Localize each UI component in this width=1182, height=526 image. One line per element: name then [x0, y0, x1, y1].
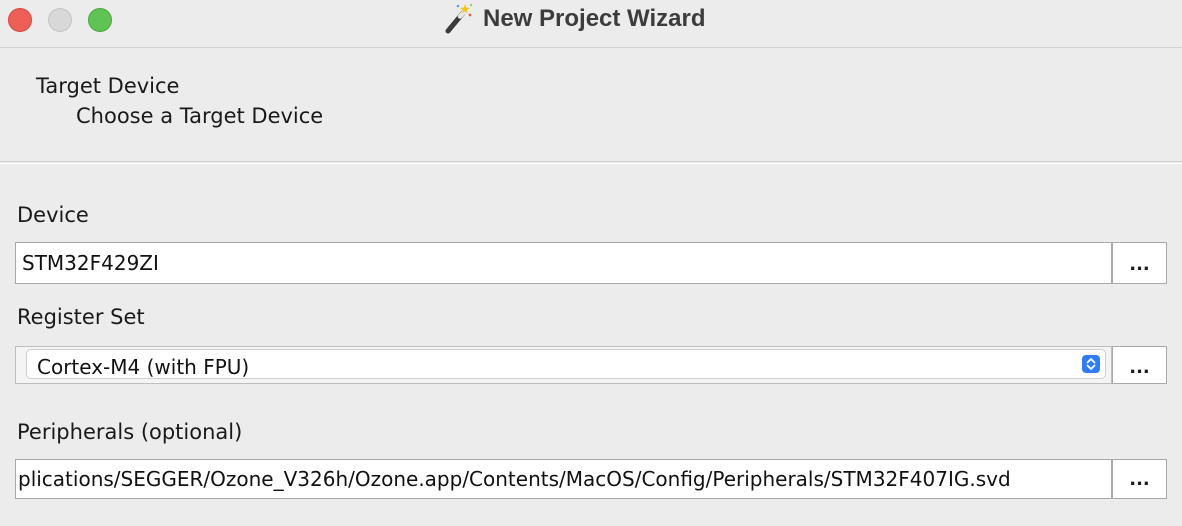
maximize-window-button[interactable]: [88, 8, 112, 32]
register-set-label: Register Set: [17, 305, 145, 329]
register-set-select-box[interactable]: Cortex-M4 (with FPU): [26, 349, 1106, 379]
peripherals-label: Peripherals (optional): [17, 420, 243, 444]
peripherals-value: plications/SEGGER/Ozone_V326h/Ozone.app/…: [18, 467, 1011, 491]
step-subtitle: Choose a Target Device: [76, 104, 324, 128]
title-bar: New Project Wizard: [0, 0, 1182, 48]
window-title-group: New Project Wizard: [441, 2, 706, 36]
device-label: Device: [17, 203, 89, 227]
step-title: Target Device: [36, 74, 180, 98]
register-set-browse-button[interactable]: ...: [1112, 346, 1167, 384]
close-window-button[interactable]: [8, 8, 32, 32]
device-browse-button[interactable]: ...: [1112, 242, 1167, 284]
device-field[interactable]: STM32F429ZI: [15, 242, 1112, 284]
magic-wand-icon: [445, 3, 473, 34]
wizard-header: Target Device Choose a Target Device: [0, 49, 1182, 162]
window-title: New Project Wizard: [483, 5, 706, 32]
peripherals-browse-button[interactable]: ...: [1112, 459, 1167, 499]
register-set-selected: Cortex-M4 (with FPU): [37, 355, 250, 379]
device-value: STM32F429ZI: [22, 251, 159, 275]
header-divider: [0, 163, 1182, 164]
peripherals-field[interactable]: plications/SEGGER/Ozone_V326h/Ozone.app/…: [15, 459, 1112, 499]
register-set-select[interactable]: Cortex-M4 (with FPU): [15, 346, 1112, 384]
minimize-window-button[interactable]: [48, 8, 72, 32]
select-arrows-icon: [1082, 355, 1100, 373]
